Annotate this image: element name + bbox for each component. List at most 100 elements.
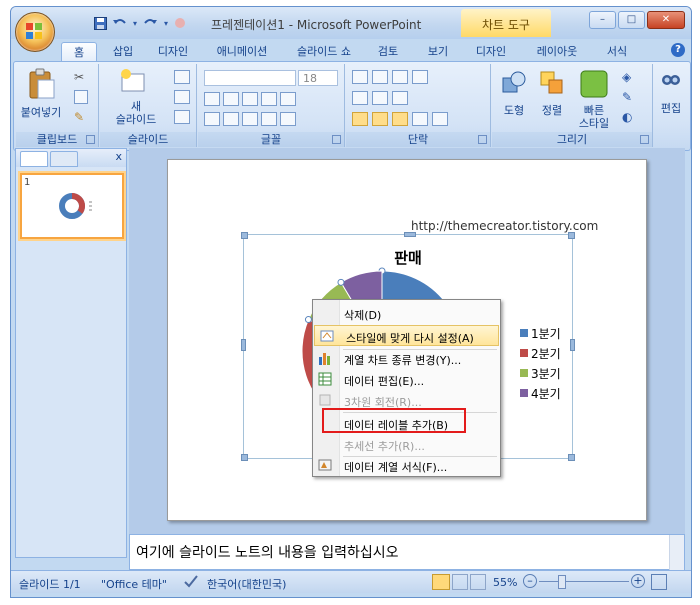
fit-to-window-icon[interactable]	[651, 574, 667, 590]
zoom-in-icon[interactable]: +	[631, 574, 645, 588]
menu-item-format-series[interactable]: 데이터 계열 서식(F)...	[313, 455, 500, 476]
slides-group: 새 슬라이드 슬라이드	[100, 64, 197, 147]
align-center-icon[interactable]	[372, 112, 388, 126]
tab-chart-design[interactable]: 디자인	[469, 42, 513, 61]
shape-fill-icon[interactable]: ◈	[622, 70, 636, 84]
strikethrough-icon[interactable]	[261, 92, 277, 106]
drawing-launcher-icon[interactable]	[640, 135, 649, 144]
clear-format-icon[interactable]	[242, 92, 258, 106]
chart-type-icon	[319, 353, 330, 365]
tab-view[interactable]: 보기	[421, 42, 455, 61]
zoom-out-icon[interactable]: –	[523, 574, 537, 588]
status-language[interactable]: 한국어(대한민국)	[207, 576, 286, 592]
font-grow-icon[interactable]	[204, 92, 220, 106]
bullets-icon[interactable]	[352, 70, 368, 84]
copy-icon[interactable]	[74, 90, 88, 104]
help-icon[interactable]: ?	[671, 43, 685, 57]
status-slide-count: 슬라이드 1/1	[19, 578, 81, 591]
status-theme[interactable]: "Office 테마"	[101, 576, 167, 592]
font-launcher-icon[interactable]	[332, 135, 341, 144]
new-slide-icon	[121, 69, 145, 92]
tab-animation[interactable]: 애니메이션	[207, 42, 277, 61]
decrease-indent-icon[interactable]	[352, 91, 368, 105]
bold-icon[interactable]	[204, 112, 220, 126]
text-direction-icon[interactable]	[412, 70, 428, 84]
tab-home[interactable]: 홈	[61, 42, 97, 62]
slice-selection-handle[interactable]	[337, 278, 345, 286]
shape-outline-icon[interactable]: ✎	[622, 90, 636, 104]
new-slide-button[interactable]: 새 슬라이드	[106, 68, 166, 126]
clipboard-launcher-icon[interactable]	[86, 135, 95, 144]
font-size-field[interactable]: 18	[298, 70, 338, 86]
line-spacing-icon[interactable]	[392, 70, 408, 84]
align-text-icon[interactable]	[392, 91, 408, 105]
font-shrink-icon[interactable]	[223, 92, 239, 106]
align-right-icon[interactable]	[392, 112, 408, 126]
menu-item-3d-rotation[interactable]: 3차원 회전(R)...	[313, 390, 500, 411]
notes-pane[interactable]: 여기에 슬라이드 노트의 내용을 입력하십시오	[129, 534, 685, 571]
office-button[interactable]	[15, 12, 55, 52]
zoom-slider-track[interactable]	[539, 581, 629, 582]
shadow-icon[interactable]	[261, 112, 277, 126]
close-pane-icon[interactable]: x	[115, 150, 122, 163]
underline-icon[interactable]	[242, 112, 258, 126]
font-name-field[interactable]	[204, 70, 296, 86]
slice-selection-handle[interactable]	[304, 316, 312, 324]
save-icon[interactable]	[91, 15, 109, 31]
slide-sorter-icon[interactable]	[452, 574, 468, 590]
minimize-button[interactable]: –	[589, 11, 616, 29]
customize-qat-icon[interactable]: ▾	[161, 15, 171, 31]
redo-icon[interactable]	[141, 15, 159, 31]
justify-icon[interactable]	[412, 112, 428, 126]
paste-button[interactable]: 붙여넣기	[20, 68, 61, 120]
menu-item-add-trendline[interactable]: 추세선 추가(R)...	[313, 434, 500, 455]
drawing-group: 도형 정렬 빠른 스타일 ◈ ✎ ◐ 그리기	[492, 64, 653, 147]
paragraph-launcher-icon[interactable]	[478, 135, 487, 144]
columns-icon[interactable]	[432, 112, 448, 126]
editing-button[interactable]: 편집	[656, 66, 686, 126]
slideshow-view-icon[interactable]	[470, 574, 486, 590]
chart-tools-title: 차트 도구	[461, 9, 551, 37]
increase-indent-icon[interactable]	[372, 91, 388, 105]
undo-dropdown-icon[interactable]: ▾	[131, 15, 139, 31]
numbering-icon[interactable]	[372, 70, 388, 84]
delete-slide-icon[interactable]	[174, 110, 190, 124]
chart-legend[interactable]: 1분기 2분기 3분기 4분기	[520, 323, 561, 403]
arrange-button[interactable]: 정렬	[534, 68, 570, 124]
close-button[interactable]: ✕	[647, 11, 685, 29]
quick-styles-button[interactable]: 빠른 스타일	[572, 68, 616, 130]
italic-icon[interactable]	[223, 112, 239, 126]
notes-scrollbar[interactable]	[669, 535, 684, 571]
normal-view-icon[interactable]	[432, 574, 450, 590]
char-spacing-icon[interactable]	[280, 92, 296, 106]
reset-icon[interactable]	[174, 90, 190, 104]
ribbon: 붙여넣기 ✂ ✎ 클립보드 새 슬라이드 슬라이드 18 글꼴 단락 도형 정렬…	[13, 61, 691, 151]
slide-thumbnail[interactable]	[20, 173, 124, 239]
font-color-icon[interactable]	[280, 112, 296, 126]
tab-chart-format[interactable]: 서식	[597, 42, 637, 61]
tab-design[interactable]: 디자인	[151, 42, 195, 61]
zoom-slider-thumb[interactable]	[558, 575, 566, 589]
paragraph-row-2	[352, 91, 484, 107]
align-left-icon[interactable]	[352, 112, 368, 126]
tab-slideshow[interactable]: 슬라이드 쇼	[287, 42, 361, 61]
menu-item-reset-style[interactable]: 스타일에 맞게 다시 설정(A)	[314, 325, 499, 346]
menu-item-edit-data[interactable]: 데이터 편집(E)...	[313, 369, 500, 390]
tab-chart-layout[interactable]: 레이아웃	[529, 42, 585, 61]
format-painter-icon[interactable]: ✎	[74, 110, 88, 124]
zoom-level[interactable]: 55%	[493, 576, 517, 589]
tab-outline-view[interactable]	[50, 151, 78, 167]
tab-insert[interactable]: 삽입	[103, 42, 143, 61]
menu-item-change-chart-type[interactable]: 계열 차트 종류 변경(Y)...	[313, 348, 500, 369]
tab-slides-view[interactable]	[20, 151, 48, 167]
undo-icon[interactable]	[111, 15, 129, 31]
cut-icon[interactable]: ✂	[74, 70, 88, 84]
shapes-button[interactable]: 도형	[496, 68, 532, 124]
menu-item-delete[interactable]: 삭제(D)	[313, 303, 500, 324]
layout-icon[interactable]	[174, 70, 190, 84]
shape-effects-icon[interactable]: ◐	[622, 110, 636, 124]
maximize-button[interactable]: □	[618, 11, 645, 29]
spellcheck-icon[interactable]	[183, 574, 199, 591]
menu-item-add-data-labels[interactable]: 데이터 레이블 추가(B)	[313, 413, 500, 434]
tab-review[interactable]: 검토	[371, 42, 405, 61]
